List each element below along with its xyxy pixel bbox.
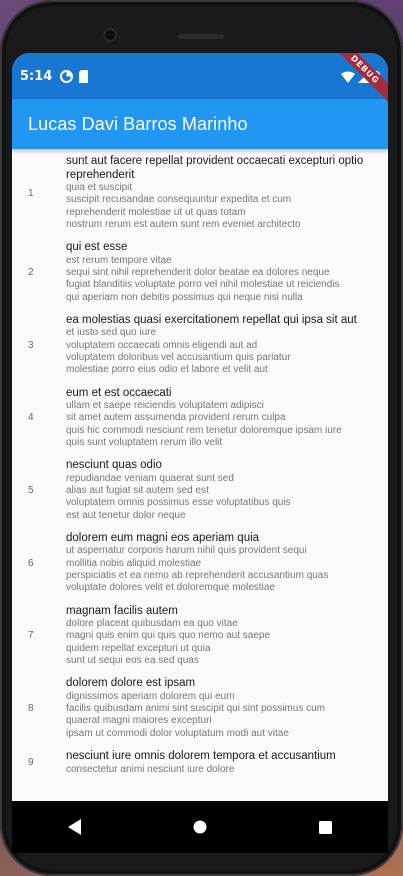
post-title: magnam facilis autem	[66, 604, 178, 617]
page-title: Lucas Davi Barros Marinho	[28, 113, 248, 134]
app-bar: Lucas Davi Barros Marinho	[12, 99, 388, 149]
list-item[interactable]: 9 nesciunt iure omnis dolorem tempora et …	[12, 744, 388, 780]
post-title: qui est esse	[66, 241, 128, 254]
list-item[interactable]: 1 sunt aut facere repellat provident occa…	[12, 149, 388, 235]
app-screen: 5:14 DEBUG Lucas Davi Barros Marinho 1 s…	[12, 53, 388, 853]
post-content: eum et est occaecati ullam et saepe reici…	[66, 387, 378, 450]
post-id: 9	[28, 757, 34, 769]
post-body: et iusto sed quo iure voluptatem occaeca…	[66, 327, 291, 376]
post-body: ut aspernatur corporis harum nihil quis …	[66, 545, 329, 594]
post-content: magnam facilis autem dolore placeat quibu…	[66, 605, 378, 668]
nav-back-button[interactable]	[55, 807, 95, 847]
post-content: ea molestias quasi exercitationem repell…	[66, 314, 378, 377]
sd-card-icon	[78, 69, 89, 83]
post-id: 6	[28, 557, 34, 569]
list-item[interactable]: 6 dolorem eum magni eos aperiam quia ut as…	[12, 526, 388, 599]
post-content: nesciunt iure omnis dolorem tempora et a…	[66, 750, 378, 776]
list-item[interactable]: 3 ea molestias quasi exercitationem repel…	[12, 308, 388, 381]
status-bar: 5:14 DEBUG	[12, 53, 388, 106]
post-body: ullam et saepe reiciendis voluptatem adi…	[66, 400, 342, 448]
post-content: sunt aut facere repellat provident occae…	[66, 155, 378, 231]
post-title: dolorem eum magni eos aperiam quia	[66, 531, 260, 544]
system-nav-bar	[12, 801, 388, 853]
post-id: 7	[28, 630, 34, 642]
list-item[interactable]: 8 dolorem dolore est ipsam dignissimos ape…	[12, 671, 388, 744]
list-item[interactable]: 7 magnam facilis autem dolore placeat quib…	[12, 599, 388, 672]
post-title: dolorem dolore est ipsam	[66, 677, 196, 690]
post-list[interactable]: 1 sunt aut facere repellat provident occa…	[12, 149, 388, 801]
data-saver-icon	[60, 69, 74, 83]
post-title: ea molestias quasi exercitationem repell…	[66, 313, 357, 326]
phone-frame: 5:14 DEBUG Lucas Davi Barros Marinho 1 s…	[0, 0, 403, 876]
post-title: nesciunt quas odio	[66, 459, 162, 472]
list-item[interactable]: 2 qui est esse est rerum tempore vitae seq…	[12, 235, 388, 308]
post-id: 4	[28, 412, 34, 424]
front-camera	[103, 28, 117, 42]
post-content: nesciunt quas odio repudiandae veniam qua…	[66, 459, 378, 522]
post-content: qui est esse est rerum tempore vitae sequ…	[66, 241, 378, 304]
post-content: dolorem dolore est ipsam dignissimos aper…	[66, 677, 378, 740]
wifi-icon	[341, 68, 355, 87]
post-id: 5	[28, 485, 34, 497]
earpiece-speaker	[178, 34, 224, 39]
post-title: sunt aut facere repellat provident occae…	[66, 155, 364, 181]
post-id: 1	[28, 187, 34, 199]
post-content: dolorem eum magni eos aperiam quia ut asp…	[66, 532, 378, 595]
post-body: consectetur animi nesciunt iure dolore	[66, 763, 235, 775]
post-body: quia et suscipit suscipit recusandae con…	[66, 182, 301, 230]
nav-recents-button[interactable]	[305, 807, 345, 847]
list-item[interactable]: 5 nesciunt quas odio repudiandae veniam qu…	[12, 453, 388, 526]
home-circle-icon	[193, 820, 207, 834]
recents-square-icon	[318, 820, 332, 834]
back-triangle-icon	[67, 819, 81, 835]
list-item[interactable]: 4 eum et est occaecati ullam et saepe reic…	[12, 381, 388, 454]
post-body: dignissimos aperiam dolorem qui eum faci…	[66, 690, 325, 739]
post-title: nesciunt iure omnis dolorem tempora et a…	[66, 750, 336, 762]
post-body: est rerum tempore vitae sequi sint nihil…	[66, 254, 340, 303]
post-id: 3	[28, 339, 34, 351]
status-time: 5:14	[20, 68, 53, 84]
post-id: 2	[28, 267, 34, 279]
post-body: repudiandae veniam quaerat sunt sed alia…	[66, 472, 291, 521]
nav-home-button[interactable]	[180, 807, 220, 847]
post-id: 8	[28, 703, 34, 715]
post-title: eum et est occaecati	[66, 386, 172, 399]
post-body: dolore placeat quibusdam ea quo vitae ma…	[66, 618, 271, 667]
